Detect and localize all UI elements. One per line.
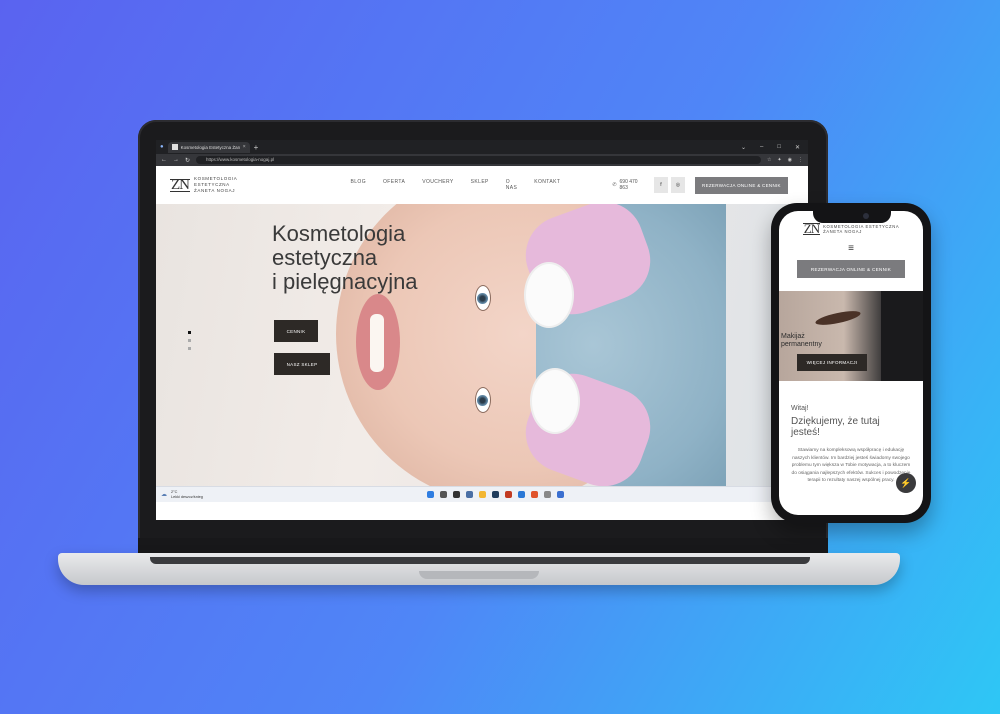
- shop-button[interactable]: NASZ SKLEP: [274, 353, 330, 375]
- taskbar-apps: [426, 491, 564, 498]
- weather-desc: Lekki deszcz/śnieg: [171, 494, 203, 499]
- hamburger-icon[interactable]: ≡: [848, 243, 854, 254]
- vscode-icon[interactable]: [517, 491, 525, 498]
- hero-title-line: i pielęgnacyjna: [272, 269, 418, 294]
- browser-toolbar-icons: ☆ ✦ ◉ ⋮: [767, 157, 803, 163]
- cennik-button[interactable]: CENNIK: [274, 320, 318, 342]
- site-header: ZN KOSMETOLOGIA ESTETYCZNA ŻANETA NOGAJ …: [156, 166, 808, 204]
- mobile-hero: Makijaż permanentny WIĘCEJ INFORMACJI: [779, 291, 923, 381]
- minimize-icon[interactable]: –: [760, 144, 763, 151]
- logo-mark: ZN: [170, 176, 190, 193]
- hero-title: Kosmetologia estetyczna i pielęgnacyjna: [272, 222, 418, 294]
- forward-icon[interactable]: →: [173, 157, 179, 163]
- chevron-down-icon[interactable]: ⌄: [741, 144, 746, 151]
- welcome-paragraph: Stawiamy na kompleksową współpracę i edu…: [791, 448, 911, 484]
- chrome-icon[interactable]: [556, 491, 564, 498]
- laptop-hinge: [150, 557, 810, 564]
- search-icon[interactable]: [439, 491, 447, 498]
- extensions-icon[interactable]: ✦: [777, 157, 781, 163]
- photoshop-icon[interactable]: [491, 491, 499, 498]
- hero-section: Kosmetologia estetyczna i pielęgnacyjna …: [156, 204, 808, 486]
- phone-number: 690 470 863: [619, 179, 638, 191]
- favicon-icon: [171, 144, 178, 150]
- laptop-trackpad-notch: [419, 571, 539, 579]
- welcome-title: Dziękujemy, że tutaj jesteś!: [791, 416, 880, 438]
- star-icon[interactable]: ☆: [767, 157, 771, 163]
- slider-dots: [188, 331, 191, 350]
- new-tab-icon[interactable]: +: [254, 143, 259, 152]
- weather-icon: ☁: [161, 492, 167, 498]
- logo-mark: ZN: [802, 221, 820, 236]
- phone-icon: ✆: [612, 182, 617, 188]
- logo-text: KOSMETOLOGIA ESTETYCZNA ŻANETA NOGAJ: [194, 176, 271, 194]
- slider-dot[interactable]: [188, 339, 191, 342]
- file-explorer-icon[interactable]: [478, 491, 486, 498]
- logo-line2: ŻANETA NOGAJ: [823, 229, 862, 234]
- phone-screen: ZN KOSMETOLOGIA ESTETYCZNA ŻANETA NOGAJ …: [779, 211, 923, 515]
- address-bar: ← → ↻ https://www.kosmetologia-nogaj.pl …: [156, 154, 808, 166]
- mobile-hero-image: [814, 308, 862, 328]
- mobile-header: ZN KOSMETOLOGIA ESTETYCZNA ŻANETA NOGAJ …: [779, 211, 923, 291]
- settings-icon[interactable]: [543, 491, 551, 498]
- hero-title-line: estetyczna: [272, 245, 378, 270]
- site-logo[interactable]: ZN KOSMETOLOGIA ESTETYCZNA ŻANETA NOGAJ: [170, 176, 271, 194]
- menu-item-vouchery[interactable]: VOUCHERY: [422, 179, 453, 191]
- mobile-hero-title-line: permanentny: [781, 340, 822, 348]
- filezilla-icon[interactable]: [504, 491, 512, 498]
- browser-tab[interactable]: Kosmetologia Estetyczna Żan ×: [167, 141, 250, 153]
- window-controls: ⌄ – □ ✕: [741, 144, 808, 151]
- main-menu: BLOG OFERTA VOUCHERY SKLEP O NAS KONTAKT: [351, 179, 561, 191]
- slider-dot[interactable]: [188, 347, 191, 350]
- url-input[interactable]: https://www.kosmetologia-nogaj.pl: [196, 156, 761, 164]
- browser-menu-icon[interactable]: ●: [160, 144, 164, 150]
- welcome-heading: Witaj!: [791, 405, 809, 412]
- start-icon[interactable]: [426, 491, 434, 498]
- menu-item-sklep[interactable]: SKLEP: [471, 179, 489, 191]
- widgets-icon[interactable]: [465, 491, 473, 498]
- hero-teeth-image: [370, 314, 384, 372]
- menu-item-blog[interactable]: BLOG: [351, 179, 367, 191]
- hero-title-line: Kosmetologia: [272, 221, 406, 246]
- logo-text: KOSMETOLOGIA ESTETYCZNA ŻANETA NOGAJ: [823, 224, 899, 235]
- menu-item-kontakt[interactable]: KONTAKT: [534, 179, 560, 191]
- close-icon[interactable]: ×: [243, 144, 246, 150]
- logo-line2: ŻANETA NOGAJ: [194, 188, 236, 193]
- task-view-icon[interactable]: [452, 491, 460, 498]
- instagram-icon[interactable]: ◎: [670, 177, 685, 193]
- maximize-icon[interactable]: □: [777, 144, 781, 151]
- brave-icon[interactable]: [530, 491, 538, 498]
- close-window-icon[interactable]: ✕: [795, 144, 800, 151]
- reserve-button[interactable]: REZERWACJA ONLINE & CENNIK: [694, 176, 788, 194]
- mobile-hero-title-line: Makijaż: [781, 333, 805, 340]
- slider-dot[interactable]: [188, 331, 191, 334]
- hero-eye-image: [475, 285, 491, 311]
- windows-taskbar: ☁ 2°C Lekki deszcz/śnieg: [156, 486, 808, 502]
- back-icon[interactable]: ←: [161, 157, 167, 163]
- menu-item-o-nas[interactable]: O NAS: [506, 179, 517, 191]
- phone-notch: [813, 210, 891, 223]
- profile-icon[interactable]: ◉: [788, 157, 792, 163]
- laptop-screen: ● Kosmetologia Estetyczna Żan × + ⌄ – □ …: [156, 140, 808, 520]
- social-links: f ◎: [653, 177, 685, 193]
- mobile-hero-title: Makijaż permanentny: [781, 333, 822, 348]
- more-info-button[interactable]: WIĘCEJ INFORMACJI: [797, 354, 867, 371]
- menu-item-oferta[interactable]: OFERTA: [383, 179, 405, 191]
- more-icon[interactable]: ⋮: [798, 157, 803, 163]
- facebook-icon[interactable]: f: [653, 177, 668, 193]
- mobile-hero-glove-image: [881, 291, 923, 381]
- mobile-reserve-button[interactable]: REZERWACJA ONLINE & CENNIK: [797, 260, 905, 278]
- phone-camera: [863, 213, 869, 219]
- logo-line1: KOSMETOLOGIA ESTETYCZNA: [194, 176, 238, 187]
- hero-cotton-pad-image: [526, 264, 572, 326]
- hero-eye-image: [475, 387, 491, 413]
- phone-contact[interactable]: ✆ 690 470 863: [612, 179, 646, 191]
- browser-tabbar: ● Kosmetologia Estetyczna Żan × + ⌄ – □ …: [156, 140, 808, 154]
- hero-cotton-pad-image: [532, 370, 578, 432]
- mobile-welcome: Witaj! Dziękujemy, że tutaj jesteś! Staw…: [779, 381, 923, 485]
- mobile-logo[interactable]: ZN KOSMETOLOGIA ESTETYCZNA ŻANETA NOGAJ: [802, 221, 899, 236]
- tab-title: Kosmetologia Estetyczna Żan: [180, 144, 240, 150]
- messenger-icon[interactable]: ⚡: [896, 473, 916, 493]
- reload-icon[interactable]: ↻: [185, 157, 190, 164]
- weather-widget[interactable]: 2°C Lekki deszcz/śnieg: [171, 490, 203, 499]
